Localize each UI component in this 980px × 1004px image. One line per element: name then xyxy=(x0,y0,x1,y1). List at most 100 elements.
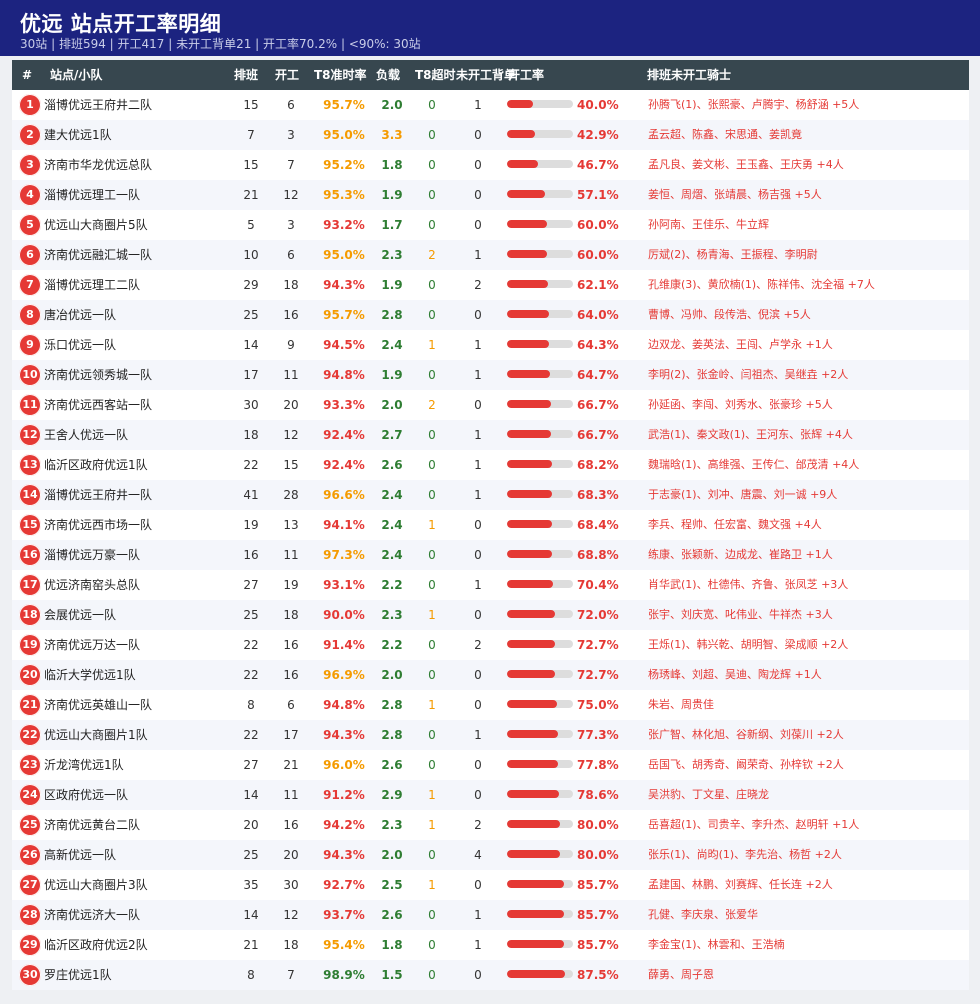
scheduled-count: 17 xyxy=(243,368,259,382)
work-rate-bar xyxy=(507,460,573,468)
table-row[interactable]: 16 淄博优远万豪一队 16 11 97.3% 2.4 0 0 68.8% 练康、张颖新、边成龙、… xyxy=(12,540,969,570)
backorder-count: 0 xyxy=(474,308,482,322)
t8-overtime: 0 xyxy=(428,638,436,652)
unstarted-riders: 练康、张颖新、边成龙、崔路卫 +1人 xyxy=(648,548,833,561)
table-row[interactable]: 19 济南优远万达一队 22 16 91.4% 2.2 0 2 72.7% 王烁(1)、韩兴乾、胡… xyxy=(12,630,969,660)
table-row[interactable]: 2 建大优远1队 7 3 95.0% 3.3 0 0 42.9% 孟云超、陈鑫、宋思通、姜凯竟 xyxy=(12,120,969,150)
rank-badge: 24 xyxy=(19,784,41,806)
backorder-count: 0 xyxy=(474,878,482,892)
table-row[interactable]: 14 淄博优远王府井一队 41 28 96.6% 2.4 0 1 68.3% 于志豪(1)、刘冲、… xyxy=(12,480,969,510)
working-count: 11 xyxy=(283,368,299,382)
work-rate-percent: 77.3% xyxy=(577,728,619,742)
t8-overtime: 1 xyxy=(428,788,436,802)
scheduled-count: 22 xyxy=(243,668,259,682)
table-row[interactable]: 12 王舍人优远一队 18 12 92.4% 2.7 0 1 66.7% 武浩(1)、秦文政(1)… xyxy=(12,420,969,450)
load-value: 2.6 xyxy=(381,458,403,472)
t8-overtime: 0 xyxy=(428,158,436,172)
col-name[interactable]: 站点/小队 xyxy=(50,60,102,90)
table-row[interactable]: 21 济南优远英雄山一队 8 6 94.8% 2.8 1 0 75.0% 朱岩、周贵佳 xyxy=(12,690,969,720)
work-rate-bar xyxy=(507,430,573,438)
col-not-working-backorders[interactable]: 未开工背单 xyxy=(456,60,516,90)
load-value: 2.5 xyxy=(381,878,403,892)
table-row[interactable]: 3 济南市华龙优远总队 15 7 95.2% 1.8 0 0 46.7% 孟凡良、姜文彬、王玉鑫、… xyxy=(12,150,969,180)
table-row[interactable]: 22 优远山大商圈片1队 22 17 94.3% 2.8 0 1 77.3% 张广智、林化旭、谷新… xyxy=(12,720,969,750)
work-rate-bar-fill xyxy=(507,940,564,948)
t8-overtime: 0 xyxy=(428,968,436,982)
working-count: 20 xyxy=(283,848,299,862)
rank-badge: 1 xyxy=(19,94,41,116)
work-rate-percent: 72.7% xyxy=(577,638,619,652)
load-value: 2.8 xyxy=(381,728,403,742)
table-row[interactable]: 7 淄博优远理工二队 29 18 94.3% 1.9 0 2 62.1% 孔维康(3)、黄欣楠(1… xyxy=(12,270,969,300)
work-rate-bar xyxy=(507,880,573,888)
backorder-count: 1 xyxy=(474,428,482,442)
col-scheduled[interactable]: 排班 xyxy=(234,60,258,90)
col-load[interactable]: 负载 xyxy=(376,60,400,90)
station-name: 优远山大商圈片3队 xyxy=(44,878,148,892)
load-value: 2.0 xyxy=(381,398,403,412)
backorder-count: 2 xyxy=(474,278,482,292)
station-name: 沂龙湾优远1队 xyxy=(44,758,124,772)
table-row[interactable]: 18 会展优远一队 25 18 90.0% 2.3 1 0 72.0% 张宇、刘庆宽、叱伟业、牛祥… xyxy=(12,600,969,630)
table-row[interactable]: 1 淄博优远王府井二队 15 6 95.7% 2.0 0 1 40.0% 孙腾飞(1)、张熙豪、卢… xyxy=(12,90,969,120)
working-count: 18 xyxy=(283,278,299,292)
table-row[interactable]: 27 优远山大商圈片3队 35 30 92.7% 2.5 1 0 85.7% 孟建国、林鹏、刘赛辉… xyxy=(12,870,969,900)
unstarted-riders: 孟云超、陈鑫、宋思通、姜凯竟 xyxy=(648,128,802,141)
table-row[interactable]: 26 高新优远一队 25 20 94.3% 2.0 0 4 80.0% 张乐(1)、尚昀(1)、李… xyxy=(12,840,969,870)
unstarted-riders: 孙腾飞(1)、张熙豪、卢腾宇、杨舒涵 +5人 xyxy=(648,98,860,111)
unstarted-riders: 孔维康(3)、黄欣楠(1)、陈祥伟、沈全福 +7人 xyxy=(648,278,875,291)
table-row[interactable]: 17 优远济南窑头总队 27 19 93.1% 2.2 0 1 70.4% 肖华武(1)、杜德伟、… xyxy=(12,570,969,600)
work-rate-bar-fill xyxy=(507,190,545,198)
work-rate-bar-fill xyxy=(507,820,560,828)
table-row[interactable]: 24 区政府优远一队 14 11 91.2% 2.9 1 0 78.6% 吴洪豹、丁文星、庄晓龙 xyxy=(12,780,969,810)
work-rate-bar-fill xyxy=(507,460,552,468)
working-count: 12 xyxy=(283,188,299,202)
rank-badge: 19 xyxy=(19,634,41,656)
station-name: 济南优远黄台二队 xyxy=(44,818,141,832)
table-row[interactable]: 20 临沂大学优远1队 22 16 96.9% 2.0 0 0 72.7% 杨琇峰、刘超、吴迪、陶… xyxy=(12,660,969,690)
station-name: 济南优远英雄山一队 xyxy=(44,698,153,712)
work-rate-bar xyxy=(507,640,573,648)
work-rate-bar-fill xyxy=(507,130,536,138)
work-rate-bar-fill xyxy=(507,490,553,498)
backorder-count: 0 xyxy=(474,968,482,982)
load-value: 2.3 xyxy=(381,248,403,262)
table-row[interactable]: 5 优远山大商圈片5队 5 3 93.2% 1.7 0 0 60.0% 孙阿南、王佳乐、牛立辉 xyxy=(12,210,969,240)
load-value: 2.2 xyxy=(381,638,403,652)
station-name: 建大优远1队 xyxy=(44,128,112,142)
table-row[interactable]: 15 济南优远西市场一队 19 13 94.1% 2.4 1 0 68.4% 李兵、程帅、任宏富、… xyxy=(12,510,969,540)
rank-badge: 10 xyxy=(19,364,41,386)
table-row[interactable]: 23 沂龙湾优远1队 27 21 96.0% 2.6 0 0 77.8% 岳国飞、胡秀奇、阚荣奇、… xyxy=(12,750,969,780)
load-value: 2.3 xyxy=(381,818,403,832)
col-working[interactable]: 开工 xyxy=(275,60,299,90)
table-row[interactable]: 30 罗庄优远1队 8 7 98.9% 1.5 0 0 87.5% 薛勇、周子恩 xyxy=(12,960,969,990)
table-row[interactable]: 25 济南优远黄台二队 20 16 94.2% 2.3 1 2 80.0% 岳喜超(1)、司贵辛、… xyxy=(12,810,969,840)
working-count: 6 xyxy=(287,248,295,262)
t8-rate: 95.4% xyxy=(323,938,365,952)
table-header: # 站点/小队 排班 开工 T8准时率 负载 T8超时 未开工背单 开工率 排班… xyxy=(12,60,969,90)
work-rate-bar-fill xyxy=(507,910,564,918)
station-name: 罗庄优远1队 xyxy=(44,968,112,982)
table-row[interactable]: 11 济南优远西客站一队 30 20 93.3% 2.0 2 0 66.7% 孙延函、李闯、刘秀水… xyxy=(12,390,969,420)
work-rate-bar-fill xyxy=(507,250,547,258)
col-t8-overtime[interactable]: T8超时 xyxy=(415,60,456,90)
table-row[interactable]: 6 济南优远融汇城一队 10 6 95.0% 2.3 2 1 60.0% 厉斌(2)、杨青海、王振… xyxy=(12,240,969,270)
t8-rate: 93.2% xyxy=(323,218,365,232)
table-row[interactable]: 9 泺口优远一队 14 9 94.5% 2.4 1 1 64.3% 边双龙、姜英法、王闯、卢学永 … xyxy=(12,330,969,360)
t8-rate: 94.5% xyxy=(323,338,365,352)
table-row[interactable]: 13 临沂区政府优远1队 22 15 92.4% 2.6 0 1 68.2% 魏瑞晗(1)、高维强… xyxy=(12,450,969,480)
table-row[interactable]: 8 唐冶优远一队 25 16 95.7% 2.8 0 0 64.0% 曹博、冯帅、段传浩、倪滨 +… xyxy=(12,300,969,330)
table-row[interactable]: 29 临沂区政府优远2队 21 18 95.4% 1.8 0 1 85.7% 李金宝(1)、林雲和… xyxy=(12,930,969,960)
col-rank[interactable]: # xyxy=(22,60,32,90)
table-row[interactable]: 10 济南优远领秀城一队 17 11 94.8% 1.9 0 1 64.7% 李明(2)、张金岭、… xyxy=(12,360,969,390)
work-rate-bar-fill xyxy=(507,790,559,798)
table-row[interactable]: 4 淄博优远理工一队 21 12 95.3% 1.9 0 0 57.1% 姜恒、周熠、张靖晨、杨吉… xyxy=(12,180,969,210)
station-name: 优远济南窑头总队 xyxy=(44,578,141,592)
work-rate-percent: 64.3% xyxy=(577,338,619,352)
table-row[interactable]: 28 济南优远济大一队 14 12 93.7% 2.6 0 1 85.7% 孔健、李庆泉、张爱华 xyxy=(12,900,969,930)
col-t8-rate[interactable]: T8准时率 xyxy=(314,60,367,90)
col-work-rate[interactable]: 开工率 xyxy=(508,60,544,90)
col-riders[interactable]: 排班未开工骑士 xyxy=(647,60,731,90)
rank-badge: 29 xyxy=(19,934,41,956)
table-body: 1 淄博优远王府井二队 15 6 95.7% 2.0 0 1 40.0% 孙腾飞(1)、张熙豪、卢… xyxy=(12,90,969,990)
